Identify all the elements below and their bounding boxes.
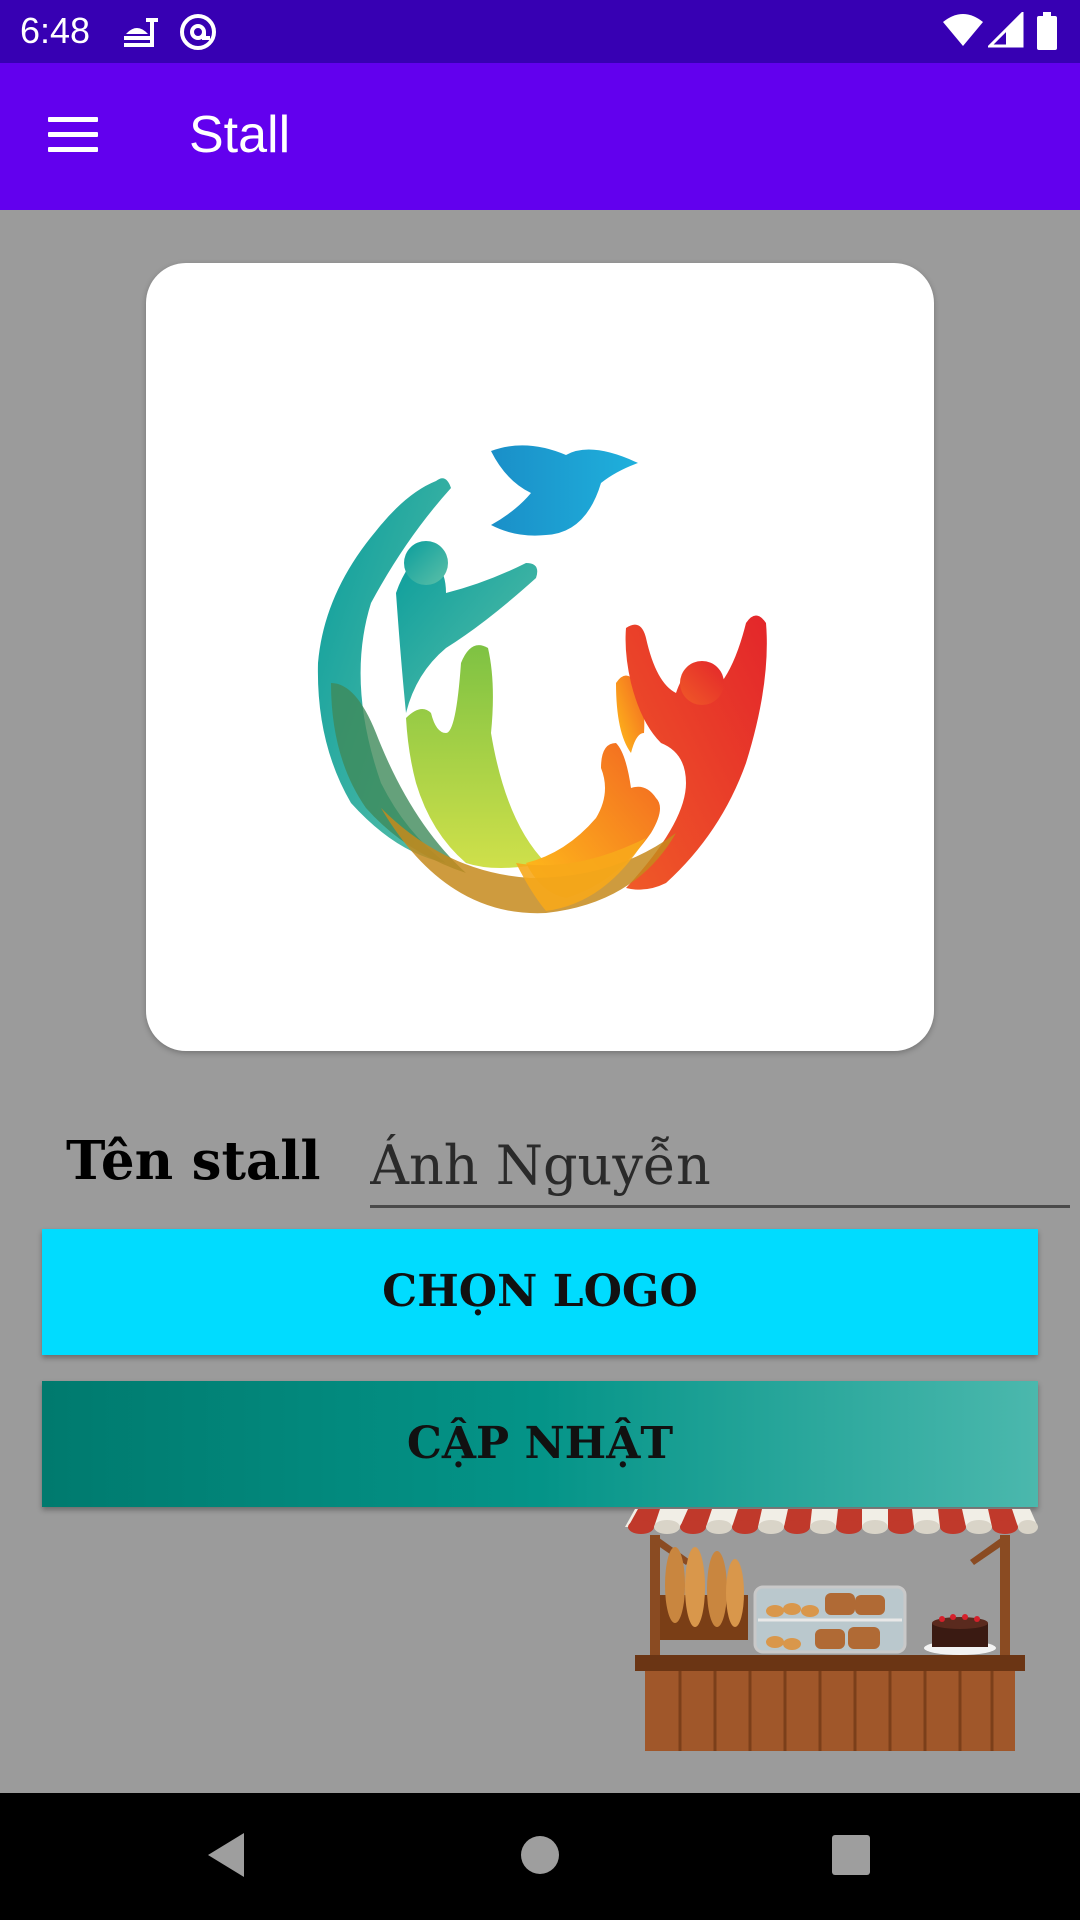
signal-icon	[988, 12, 1024, 48]
status-bar: 6:48	[0, 0, 1080, 63]
logo-card[interactable]	[146, 263, 934, 1051]
app-bar: Stall	[0, 63, 1080, 210]
fastfood-icon	[124, 18, 158, 47]
page-title: Stall	[189, 106, 291, 164]
stall-name-label: Tên stall	[66, 1130, 321, 1192]
hamburger-menu-icon[interactable]	[36, 107, 108, 167]
recent-apps-icon[interactable]	[830, 1829, 872, 1881]
stall-name-input[interactable]	[370, 1125, 1070, 1208]
wifi-icon	[943, 14, 983, 46]
back-icon[interactable]	[204, 1829, 248, 1881]
bakery-stall-illustration	[625, 1509, 1038, 1751]
choose-logo-button[interactable]: CHỌN LOGO	[42, 1229, 1038, 1355]
update-button[interactable]: CẬP NHẬT	[42, 1381, 1038, 1507]
people-globe-logo-icon	[317, 445, 767, 914]
home-icon[interactable]	[520, 1829, 560, 1881]
battery-icon	[1037, 12, 1057, 50]
at-sign-icon	[180, 14, 216, 50]
navigation-bar	[0, 1793, 1080, 1920]
status-time: 6:48	[20, 10, 91, 51]
